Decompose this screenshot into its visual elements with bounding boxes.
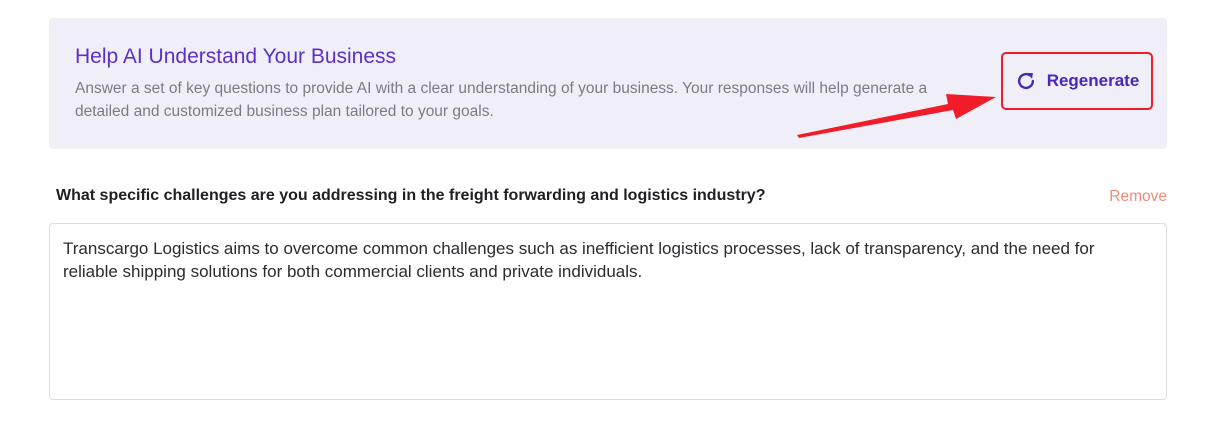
answer-textarea[interactable]: Transcargo Logistics aims to overcome co…: [49, 223, 1167, 400]
refresh-icon: [1015, 70, 1037, 92]
banner-title: Help AI Understand Your Business: [75, 45, 397, 68]
regenerate-button[interactable]: Regenerate: [1001, 52, 1153, 110]
banner-description: Answer a set of key questions to provide…: [75, 80, 928, 120]
regenerate-label: Regenerate: [1046, 71, 1140, 90]
page: Help AI Understand Your Business Answer …: [0, 0, 1217, 421]
question-label: What specific challenges are you address…: [56, 187, 766, 204]
answer-text: Transcargo Logistics aims to overcome co…: [63, 239, 1095, 281]
info-banner: Help AI Understand Your Business Answer …: [49, 18, 1167, 149]
remove-link[interactable]: Remove: [1109, 188, 1167, 206]
